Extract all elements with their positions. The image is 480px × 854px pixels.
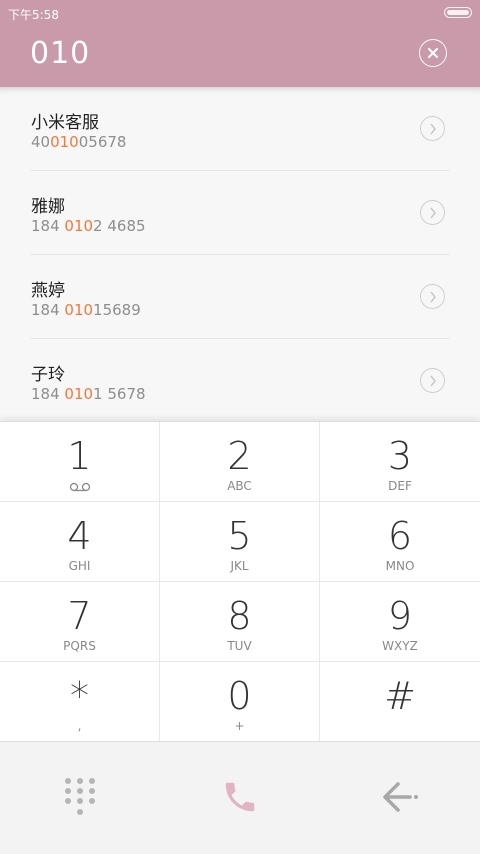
dialed-number: 010 <box>30 36 91 71</box>
key-1[interactable]: 1 <box>0 422 160 502</box>
contact-detail-button[interactable] <box>420 284 445 309</box>
key-3[interactable]: 3 DEF <box>320 422 480 502</box>
clear-button[interactable] <box>419 39 447 67</box>
contact-row[interactable]: 小米客服 4001005678 <box>0 87 480 171</box>
key-9[interactable]: 9 WXYZ <box>320 582 480 662</box>
key-5[interactable]: 5 JKL <box>160 502 320 582</box>
contact-number: 184 0101 5678 <box>31 385 146 403</box>
contact-detail-button[interactable] <box>420 116 445 141</box>
contact-name: 子玲 <box>31 365 65 385</box>
contact-name: 燕婷 <box>31 281 65 301</box>
clear-icon <box>428 48 438 58</box>
key-8[interactable]: 8 TUV <box>160 582 320 662</box>
contact-row[interactable]: 雅娜 184 0102 4685 <box>0 171 480 255</box>
contact-suggestion-list: 小米客服 4001005678 雅娜 184 0102 4685 燕婷 184 … <box>0 87 480 420</box>
dialer-action-bar <box>0 741 480 854</box>
back-arrow-icon <box>383 782 418 812</box>
call-button[interactable] <box>205 762 275 832</box>
key-4[interactable]: 4 GHI <box>0 502 160 582</box>
dial-keypad: 1 2 ABC 3 DEF 4 GHI 5 JKL 6 MNO 7 PQRS 8… <box>0 421 480 742</box>
key-2[interactable]: 2 ABC <box>160 422 320 502</box>
chevron-right-icon <box>429 375 436 386</box>
backspace-button[interactable] <box>365 762 435 832</box>
contact-name: 小米客服 <box>31 113 99 133</box>
key-6[interactable]: 6 MNO <box>320 502 480 582</box>
chevron-right-icon <box>429 291 436 302</box>
contact-row[interactable]: 子玲 184 0101 5678 <box>0 339 480 423</box>
contact-number: 184 01015689 <box>31 301 141 319</box>
contact-number: 4001005678 <box>31 133 127 151</box>
key-hash[interactable]: # <box>320 662 480 742</box>
status-time: 下午5:58 <box>8 8 59 22</box>
chevron-right-icon <box>429 207 436 218</box>
contact-number: 184 0102 4685 <box>31 217 146 235</box>
phone-icon <box>225 782 255 812</box>
key-7[interactable]: 7 PQRS <box>0 582 160 662</box>
contact-name: 雅娜 <box>31 197 65 217</box>
battery-icon <box>444 7 472 18</box>
contact-row[interactable]: 燕婷 184 01015689 <box>0 255 480 339</box>
contact-detail-button[interactable] <box>420 368 445 393</box>
dialpad-icon <box>65 778 95 815</box>
key-star[interactable]: * , <box>0 662 160 742</box>
voicemail-icon <box>69 482 91 492</box>
chevron-right-icon <box>429 123 436 134</box>
dialpad-toggle-button[interactable] <box>45 762 115 832</box>
contact-detail-button[interactable] <box>420 200 445 225</box>
dialer-header: 下午5:58 010 <box>0 0 480 87</box>
key-0[interactable]: 0 + <box>160 662 320 742</box>
